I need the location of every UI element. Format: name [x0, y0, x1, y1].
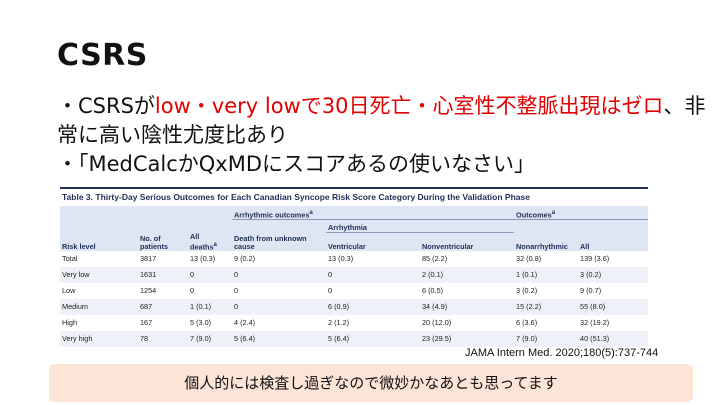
table-cell: 20 (12.0) [422, 318, 452, 328]
table-cell: 5 (6.4) [326, 330, 420, 347]
header-subgroup-row: Arrhythmia [60, 219, 649, 233]
table-cell: 1 (0.1) [188, 298, 232, 315]
table-cell: 15 (2.2) [514, 298, 579, 315]
table-cell: 0 [232, 266, 326, 283]
table-cell: 0 [188, 266, 232, 283]
table-cell: 139 (3.6) [580, 254, 610, 264]
table-cell: 167 [140, 318, 153, 328]
header-columns-row: Risk level No. of patients All deathsa Dea… [60, 232, 649, 251]
table-cell: Very low [60, 266, 138, 283]
table-cell: 1631 [138, 266, 188, 283]
table-cell: 34 (4.9) [420, 298, 515, 315]
table-cell: 6 (0.5) [422, 286, 444, 296]
table-cell: 9 (0.2) [234, 254, 256, 264]
table-row: Low 1254 0 0 0 6 (0.5) 3 (0.2) 9 (0.7) [60, 283, 648, 299]
table-row: Medium 687 1 (0.1) 0 6 (0.9) 34 (4.9) 15 (2.2)… [60, 298, 649, 315]
outcomes-table: Table 3. Thirty-Day Serious Outcomes for… [60, 187, 649, 347]
outcomes-grid: Arrhythmic outcomesa Outcomesa Arrhythmi… [60, 206, 649, 347]
table-body: Total 3817 13 (0.3) 9 (0.2) 13 (0.3) 85 (2.2)… [60, 251, 649, 347]
table-cell: 4 (2.4) [234, 318, 256, 328]
bullet-medcalc: ・「MedCalcかQxMDにスコアあるの使いなさい」 [57, 152, 536, 176]
table-cell: Medium [60, 298, 138, 315]
bullet1-highlight: low・very lowで30日死亡・心室性不整脈出現はゼロ [154, 94, 664, 118]
table-cell: 1254 [140, 286, 157, 296]
header-arrhythmia: Arrhythmia [326, 219, 515, 233]
table-cell: 6 (0.9) [326, 298, 420, 315]
table-row: High 167 5 (3.0) 4 (2.4) 2 (1.2) 20 (12.0) 6 (… [60, 315, 648, 331]
header-outcomes: Outcomesa [514, 206, 649, 220]
col-all-outcomes: All [578, 232, 649, 251]
table-row: Very low 1631 0 0 0 2 (0.1) 1 (0.1) 3 (0.2) [60, 266, 649, 283]
table-cell: 0 [232, 298, 326, 315]
col-risk-level: Risk level [60, 232, 138, 251]
table-cell: 2 (1.2) [328, 318, 350, 328]
table-cell: 13 (0.3) [190, 254, 216, 264]
table-cell: 85 (2.2) [422, 254, 448, 264]
bullet-csrs-low-risk: ・CSRSがlow・very lowで30日死亡・心室性不整脈出現はゼロ、非常に… [57, 92, 707, 150]
table-cell: 2 (0.1) [420, 266, 515, 283]
table-caption: Table 3. Thirty-Day Serious Outcomes for… [60, 187, 648, 206]
col-death-unknown-cause: Death from unknown cause [232, 232, 326, 251]
col-patients: No. of patients [138, 232, 188, 251]
table-row: Total 3817 13 (0.3) 9 (0.2) 13 (0.3) 85 (2.2)… [60, 251, 648, 267]
table-cell: 9 (0.7) [580, 286, 602, 296]
col-ventricular: Ventricular [326, 232, 420, 251]
header-group-row: Arrhythmic outcomesa Outcomesa [60, 206, 649, 220]
table-cell: 32 (19.2) [580, 318, 610, 328]
table-cell: 5 (3.0) [190, 318, 212, 328]
table-cell: 0 [326, 266, 420, 283]
table-cell: 0 [234, 286, 239, 296]
table-cell: 3817 [140, 254, 157, 264]
table-cell: 78 [138, 330, 188, 347]
table-cell: 5 (6.4) [232, 330, 326, 347]
table-cell: 13 (0.3) [328, 254, 354, 264]
table-cell: 7 (9.0) [188, 330, 232, 347]
table-cell: 1 (0.1) [514, 266, 579, 283]
col-nonventricular: Nonventricular [420, 232, 515, 251]
table-cell: Total [62, 254, 78, 264]
bullet1-prefix: ・CSRSが [57, 94, 155, 118]
table-cell: 0 [190, 286, 195, 296]
table-cell: 7 (9.0) [514, 330, 579, 347]
col-all-deaths: All deathsa [188, 232, 232, 251]
col-nonarrhythmic: Nonarrhythmic [514, 232, 579, 251]
citation: JAMA Intern Med. 2020;180(5):737-744 [465, 347, 659, 359]
table-cell: 0 [328, 286, 333, 296]
table-cell: 23 (29.5) [420, 330, 515, 347]
table-row: Very high 78 7 (9.0) 5 (6.4) 5 (6.4) 23 (29.5… [60, 330, 649, 347]
note-box: 個人的には検査し過ぎなので微妙かなあとも思ってます [49, 364, 693, 402]
table-cell: Very high [60, 330, 138, 347]
slide-title: CSRS [57, 38, 148, 73]
table-cell: 3 (0.2) [516, 286, 538, 296]
table-cell: 3 (0.2) [578, 266, 649, 283]
table-cell: 55 (8.0) [578, 298, 649, 315]
table-cell: 32 (0.8) [516, 254, 542, 264]
header-arrhythmic-outcomes: Arrhythmic outcomesa [232, 206, 515, 220]
table-cell: Low [62, 286, 76, 296]
table-cell: High [62, 318, 78, 328]
table-cell: 6 (3.6) [516, 318, 538, 328]
table-cell: 687 [138, 298, 188, 315]
table-cell: 40 (51.3) [578, 330, 649, 347]
